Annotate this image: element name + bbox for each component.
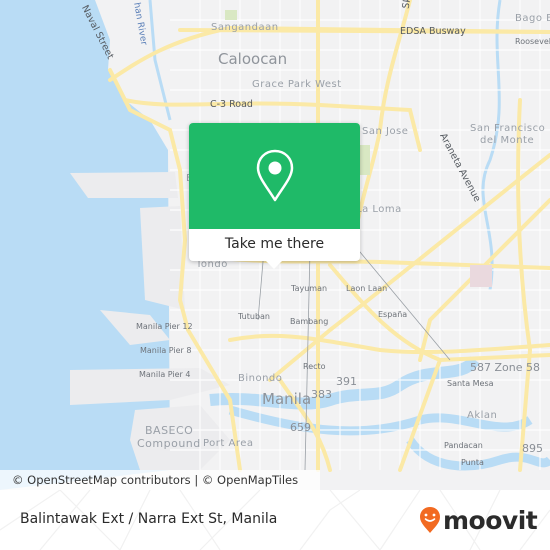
label-recto: Recto xyxy=(303,362,326,371)
label-route-659: 659 xyxy=(290,421,311,434)
footer-bar: Balintawak Ext / Narra Ext St, Manila mo… xyxy=(0,490,550,550)
destination-popup[interactable]: Take me there xyxy=(189,123,360,269)
map-attribution[interactable]: © OpenStreetMap contributors | © OpenMap… xyxy=(0,470,320,490)
label-manila-pier-4: Manila Pier 4 xyxy=(139,370,191,379)
label-pandacan: Pandacan xyxy=(444,441,483,450)
label-punta: Punta xyxy=(461,458,484,467)
label-roosevelt: Roosevel xyxy=(515,37,550,46)
label-c3-road: C-3 Road xyxy=(210,99,253,110)
take-me-there-button[interactable]: Take me there xyxy=(189,229,360,261)
label-grace-park-west: Grace Park West xyxy=(252,79,342,90)
label-espana: España xyxy=(378,310,408,319)
label-manila-pier-8: Manila Pier 8 xyxy=(140,346,192,355)
label-san-francisco: San Francisco xyxy=(470,123,546,134)
popup-pointer xyxy=(265,260,283,269)
label-manila: Manila xyxy=(262,390,312,408)
road-c3 xyxy=(108,25,550,82)
pier-north xyxy=(70,172,178,198)
label-la-loma: La Loma xyxy=(356,204,402,215)
label-del-monte: del Monte xyxy=(480,135,535,146)
label-binondo: Binondo xyxy=(238,373,283,384)
label-tutuban: Tutuban xyxy=(238,312,270,321)
map-view[interactable]: Naval Street han River Sangandaan Calooc… xyxy=(0,0,550,490)
label-sangandaan: Sangandaan xyxy=(211,22,279,33)
pier-12 xyxy=(140,206,185,310)
label-tayuman: Tayuman xyxy=(291,284,328,293)
popup-header[interactable] xyxy=(189,123,360,229)
label-aklan: Aklan xyxy=(467,410,498,421)
moovit-wordmark: moovit xyxy=(443,505,538,535)
label-tondo: Tondo xyxy=(196,259,228,270)
moovit-pin-icon xyxy=(420,507,440,533)
label-compound: Compound xyxy=(137,437,201,450)
label-caloocan: Caloocan xyxy=(218,50,288,68)
label-san-jose: San Jose xyxy=(362,126,409,137)
label-route-391: 391 xyxy=(336,375,357,388)
label-laon-laan: Laon Laan xyxy=(346,284,388,293)
moovit-logo[interactable]: moovit xyxy=(419,504,538,536)
label-port-area: Port Area xyxy=(203,438,254,449)
label-route-895: 895 xyxy=(522,442,543,455)
map-pin-icon xyxy=(256,149,293,202)
label-santa-mesa: Santa Mesa xyxy=(447,379,494,388)
label-edsa-busway: EDSA Busway xyxy=(400,26,466,37)
label-bambang: Bambang xyxy=(290,317,329,326)
label-route-383: 383 xyxy=(311,388,332,401)
label-bago-bantay: Bago B xyxy=(515,13,550,24)
stop-title: Balintawak Ext / Narra Ext St, Manila xyxy=(20,511,278,527)
label-manila-pier-12: Manila Pier 12 xyxy=(136,322,193,331)
label-zone-58: 587 Zone 58 xyxy=(470,361,540,374)
label-baseco: BASECO xyxy=(145,424,194,437)
